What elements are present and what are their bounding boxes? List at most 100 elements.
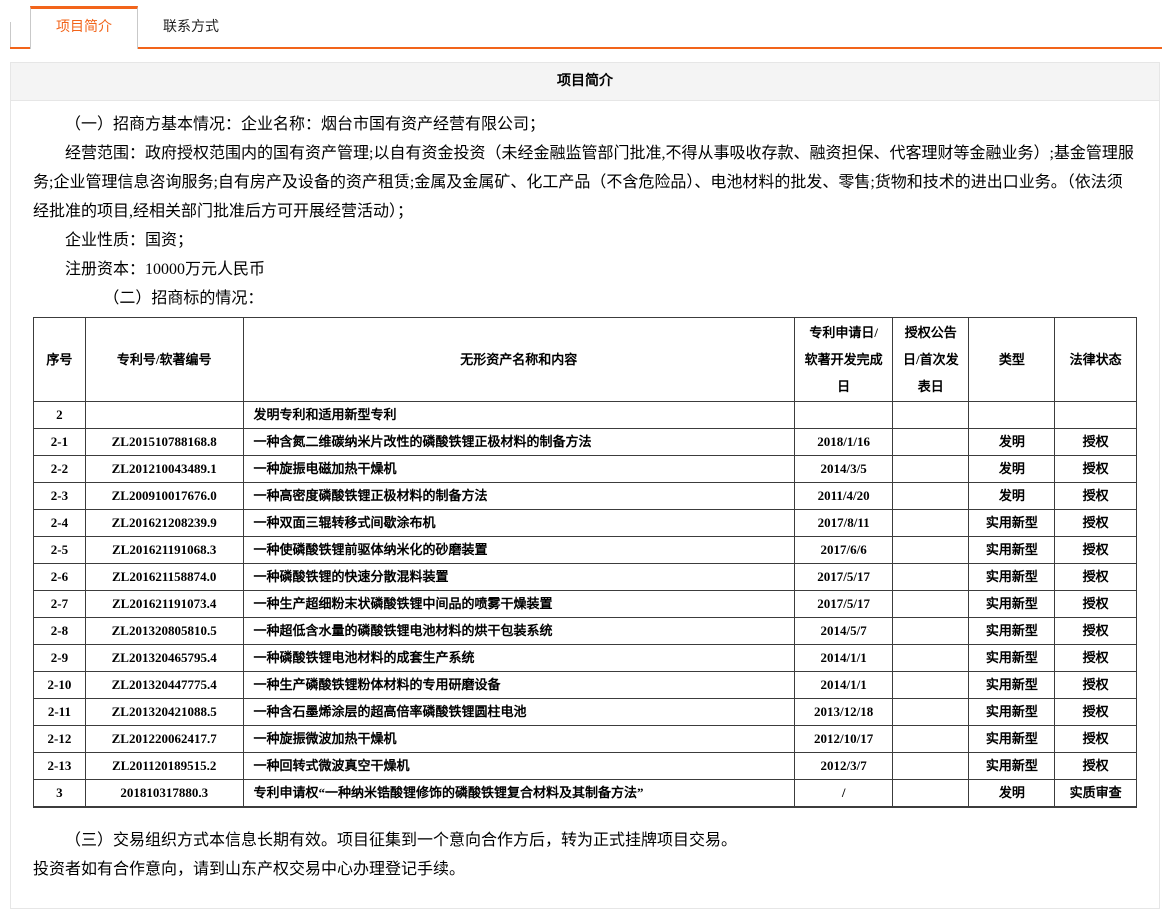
table-cell [893,645,969,672]
column-header: 序号 [34,318,86,402]
table-cell: ZL201621191073.4 [85,591,243,618]
asset-name-cell: 一种生产超细粉末状磷酸铁锂中间品的喷雾干燥装置 [243,591,795,618]
table-row: 3201810317880.3专利申请权“一种纳米锆酸锂修饰的磷酸铁锂复合材料及… [34,780,1137,807]
column-header: 专利申请日/软著开发完成日 [795,318,893,402]
table-cell: 授权 [1055,564,1137,591]
panel-body: （一）招商方基本情况：企业名称：烟台市国有资产经营有限公司； 经营范围：政府授权… [11,101,1159,908]
table-cell: 2017/5/17 [795,564,893,591]
table-cell [893,780,969,807]
footer-investor-note: 投资者如有合作意向，请到山东产权交易中心办理登记手续。 [33,855,1137,884]
table-cell: 2-13 [34,753,86,780]
table-cell: 发明 [969,429,1055,456]
table-cell: 授权 [1055,672,1137,699]
table-cell: 授权 [1055,699,1137,726]
table-cell [969,402,1055,429]
table-cell: 实用新型 [969,510,1055,537]
intro-enterprise-nature: 企业性质：国资； [33,226,1137,255]
asset-name-cell: 一种超低含水量的磷酸铁锂电池材料的烘干包装系统 [243,618,795,645]
table-cell [893,510,969,537]
table-cell: 授权 [1055,483,1137,510]
table-cell: ZL201320421088.5 [85,699,243,726]
project-intro-panel: 项目简介 （一）招商方基本情况：企业名称：烟台市国有资产经营有限公司； 经营范围… [10,62,1160,909]
table-cell: 2-12 [34,726,86,753]
table-cell [893,483,969,510]
table-cell: 实用新型 [969,537,1055,564]
asset-name-cell: 一种旋振电磁加热干燥机 [243,456,795,483]
table-cell: 实质审查 [1055,780,1137,807]
table-cell: 实用新型 [969,726,1055,753]
column-header: 法律状态 [1055,318,1137,402]
intro-target-heading: （二）招商标的情况： [33,284,1137,313]
table-cell: 授权 [1055,618,1137,645]
table-cell [893,402,969,429]
table-cell: 2017/8/11 [795,510,893,537]
intro-basic-info: （一）招商方基本情况：企业名称：烟台市国有资产经营有限公司； [33,110,1137,139]
table-cell: ZL201320465795.4 [85,645,243,672]
table-cell: 实用新型 [969,753,1055,780]
table-cell [893,591,969,618]
tab-bar-left-edge [10,22,30,47]
table-cell [893,699,969,726]
table-cell [893,564,969,591]
asset-name-cell: 一种磷酸铁锂电池材料的成套生产系统 [243,645,795,672]
asset-name-cell: 发明专利和适用新型专利 [243,402,795,429]
table-cell: 授权 [1055,591,1137,618]
table-cell: 2 [34,402,86,429]
table-cell: 授权 [1055,429,1137,456]
table-row: 2-9ZL201320465795.4一种磷酸铁锂电池材料的成套生产系统2014… [34,645,1137,672]
table-cell: ZL201320447775.4 [85,672,243,699]
asset-name-cell: 一种旋振微波加热干燥机 [243,726,795,753]
table-cell: ZL201621158874.0 [85,564,243,591]
table-cell: 发明 [969,456,1055,483]
table-cell: 实用新型 [969,591,1055,618]
table-cell [795,402,893,429]
table-cell: ZL200910017676.0 [85,483,243,510]
patents-table-body: 2发明专利和适用新型专利2-1ZL201510788168.8一种含氮二维碳纳米… [34,402,1137,807]
table-cell: 授权 [1055,537,1137,564]
column-header: 类型 [969,318,1055,402]
table-cell: 3 [34,780,86,807]
table-cell: ZL201621208239.9 [85,510,243,537]
tab-project-intro[interactable]: 项目简介 [30,6,138,49]
table-cell [893,753,969,780]
table-cell: 2012/10/17 [795,726,893,753]
table-cell: 发明 [969,780,1055,807]
table-cell [893,726,969,753]
asset-name-cell: 一种含石墨烯涂层的超高倍率磷酸铁锂圆柱电池 [243,699,795,726]
asset-name-cell: 专利申请权“一种纳米锆酸锂修饰的磷酸铁锂复合材料及其制备方法” [243,780,795,807]
asset-name-cell: 一种生产磷酸铁锂粉体材料的专用研磨设备 [243,672,795,699]
intro-business-scope: 经营范围：政府授权范围内的国有资产管理;以自有资金投资（未经金融监管部门批准,不… [33,139,1137,226]
table-cell: ZL201510788168.8 [85,429,243,456]
table-cell: 2-11 [34,699,86,726]
table-row: 2 发明专利和适用新型专利 [34,402,1137,429]
table-cell [85,402,243,429]
table-cell: 2014/3/5 [795,456,893,483]
table-cell: 2-6 [34,564,86,591]
table-cell: 2-2 [34,456,86,483]
table-cell: 实用新型 [969,672,1055,699]
table-cell: 授权 [1055,753,1137,780]
table-cell: 2-3 [34,483,86,510]
table-cell: 授权 [1055,456,1137,483]
column-header: 无形资产名称和内容 [243,318,795,402]
table-cell [893,456,969,483]
table-cell: 授权 [1055,645,1137,672]
asset-name-cell: 一种高密度磷酸铁锂正极材料的制备方法 [243,483,795,510]
table-cell: 2017/6/6 [795,537,893,564]
table-cell: 2018/1/16 [795,429,893,456]
table-cell [893,429,969,456]
table-cell: 实用新型 [969,645,1055,672]
table-cell: 2-9 [34,645,86,672]
table-cell: ZL201621191068.3 [85,537,243,564]
table-cell: ZL201210043489.1 [85,456,243,483]
table-cell [1055,402,1137,429]
tab-bar: 项目简介 联系方式 [10,9,1162,49]
tab-contact-info[interactable]: 联系方式 [138,9,244,47]
table-cell: 授权 [1055,510,1137,537]
table-row: 2-4ZL201621208239.9一种双面三辊转移式间歇涂布机2017/8/… [34,510,1137,537]
table-row: 2-7ZL201621191073.4一种生产超细粉末状磷酸铁锂中间品的喷雾干燥… [34,591,1137,618]
table-cell [893,537,969,564]
footer-block: （三）交易组织方式本信息长期有效。项目征集到一个意向合作方后，转为正式挂牌项目交… [33,826,1137,884]
table-header-row: 序号专利号/软著编号无形资产名称和内容专利申请日/软著开发完成日授权公告日/首次… [34,318,1137,402]
table-row: 2-12ZL201220062417.7一种旋振微波加热干燥机2012/10/1… [34,726,1137,753]
